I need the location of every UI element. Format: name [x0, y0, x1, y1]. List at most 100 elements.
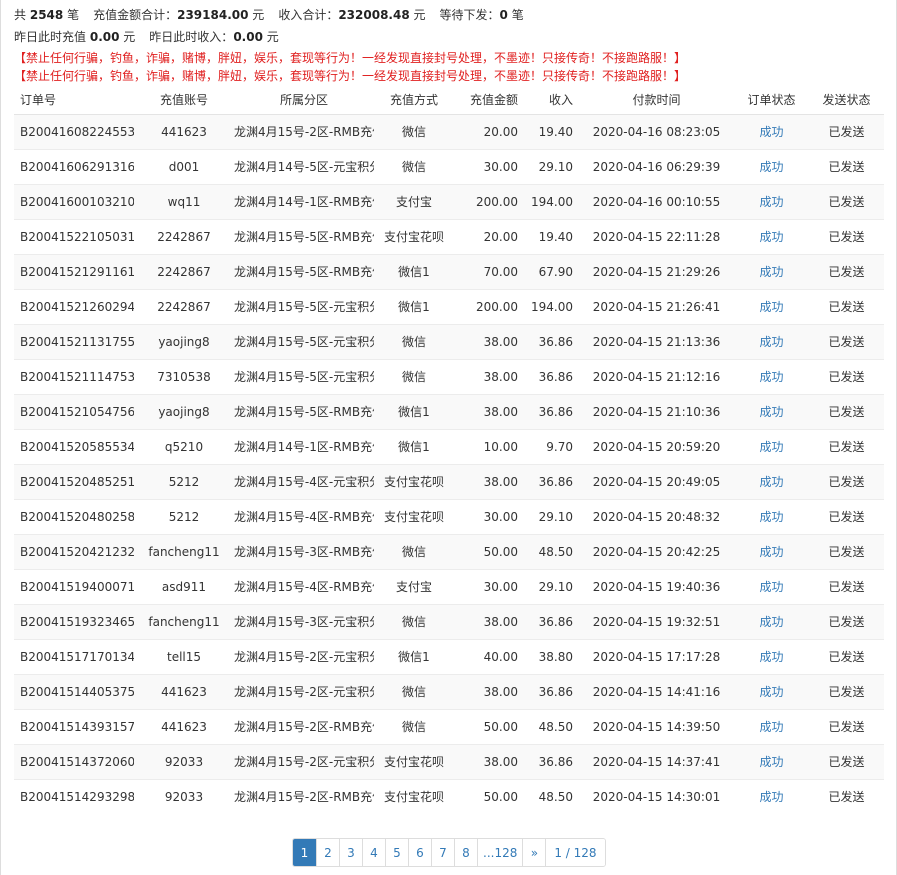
order-status-cell[interactable]: 成功	[734, 603, 809, 639]
page-4-button[interactable]: 4	[362, 839, 385, 866]
amount-cell: 200.00	[454, 288, 524, 324]
order-id-cell: B200415211147531	[14, 358, 134, 394]
method-cell: 微信1	[374, 393, 454, 429]
account-cell: 92033	[134, 743, 234, 779]
income-cell: 29.10	[524, 148, 579, 184]
amount-cell: 38.00	[454, 673, 524, 709]
send-status-cell: 已发送	[809, 708, 884, 744]
order-status-cell[interactable]: 成功	[734, 673, 809, 709]
header-method: 充值方式	[374, 86, 454, 115]
paid-time-cell: 2020-04-16 08:23:05	[579, 113, 734, 149]
account-cell: d001	[134, 148, 234, 184]
method-cell: 微信	[374, 533, 454, 569]
account-cell: 2242867	[134, 218, 234, 254]
order-id-cell: B200415212602941	[14, 288, 134, 324]
paid-time-cell: 2020-04-15 22:11:28	[579, 218, 734, 254]
zone-cell: 龙渊4月15号-5区-RMB充值	[234, 393, 374, 429]
amount-cell: 70.00	[454, 253, 524, 289]
zone-cell: 龙渊4月15号-4区-元宝积分	[234, 463, 374, 499]
paid-time-cell: 2020-04-15 21:12:16	[579, 358, 734, 394]
table-row: B200416082245534 441623 龙渊4月15号-2区-RMB充值 微信…	[14, 113, 884, 149]
order-status-cell[interactable]: 成功	[734, 183, 809, 219]
send-status-cell: 已发送	[809, 253, 884, 289]
zone-cell: 龙渊4月15号-2区-元宝积分	[234, 743, 374, 779]
order-status-cell[interactable]: 成功	[734, 638, 809, 674]
order-id-cell: B200416062913167	[14, 148, 134, 184]
order-id-cell: B200415212911611	[14, 253, 134, 289]
yday-income-unit: 元	[266, 30, 279, 44]
paid-time-cell: 2020-04-15 21:10:36	[579, 393, 734, 429]
table-row: B200415194000718 asd911 龙渊4月15号-4区-RMB充值 支付…	[14, 568, 884, 604]
income-cell: 48.50	[524, 533, 579, 569]
account-cell: yaojing8	[134, 323, 234, 359]
method-cell: 微信1	[374, 638, 454, 674]
amount-cell: 200.00	[454, 183, 524, 219]
income-cell: 36.86	[524, 743, 579, 779]
table-row: B200415221050314 2242867 龙渊4月15号-5区-RMB充值支…	[14, 218, 884, 254]
order-status-cell[interactable]: 成功	[734, 148, 809, 184]
order-status-cell[interactable]: 成功	[734, 113, 809, 149]
page-7-button[interactable]: 7	[431, 839, 454, 866]
amount-cell: 40.00	[454, 638, 524, 674]
income-cell: 36.86	[524, 393, 579, 429]
amount-cell: 30.00	[454, 498, 524, 534]
send-status-cell: 已发送	[809, 393, 884, 429]
income-cell: 38.80	[524, 638, 579, 674]
table-row: B200415144053750 441623 龙渊4月15号-2区-元宝积分 微信 3…	[14, 673, 884, 709]
order-status-cell[interactable]: 成功	[734, 533, 809, 569]
amount-cell: 10.00	[454, 428, 524, 464]
page-3-button[interactable]: 3	[339, 839, 362, 866]
yday-recharge-value: 0.00	[89, 30, 120, 44]
income-cell: 48.50	[524, 778, 579, 814]
order-status-cell[interactable]: 成功	[734, 778, 809, 814]
order-status-cell[interactable]: 成功	[734, 393, 809, 429]
method-cell: 支付宝	[374, 183, 454, 219]
page-8-button[interactable]: 8	[454, 839, 477, 866]
zone-cell: 龙渊4月15号-2区-元宝积分	[234, 673, 374, 709]
order-status-cell[interactable]: 成功	[734, 428, 809, 464]
income-cell: 194.00	[524, 183, 579, 219]
table-row: B200415204802583 5212 龙渊4月15号-4区-RMB充值 支付宝花…	[14, 498, 884, 534]
account-cell: 7310538	[134, 358, 234, 394]
next-page-button[interactable]: »	[522, 839, 546, 866]
order-status-cell[interactable]: 成功	[734, 218, 809, 254]
method-cell: 支付宝花呗	[374, 463, 454, 499]
income-cell: 19.40	[524, 218, 579, 254]
income-cell: 19.40	[524, 113, 579, 149]
order-id-cell: B200415143720609	[14, 743, 134, 779]
account-cell: yaojing8	[134, 393, 234, 429]
page-1-button[interactable]: 1	[293, 839, 316, 866]
table-row: B200415211147531 7310538 龙渊4月15号-5区-元宝积分 微信…	[14, 358, 884, 394]
recharge-unit: 元	[252, 8, 265, 22]
order-status-cell[interactable]: 成功	[734, 498, 809, 534]
amount-cell: 50.00	[454, 708, 524, 744]
page-2-button[interactable]: 2	[316, 839, 339, 866]
header-paid-time: 付款时间	[579, 86, 734, 115]
order-status-cell[interactable]: 成功	[734, 288, 809, 324]
page-last-button[interactable]: ...128	[477, 839, 523, 866]
method-cell: 微信1	[374, 428, 454, 464]
page-6-button[interactable]: 6	[408, 839, 431, 866]
order-status-cell[interactable]: 成功	[734, 463, 809, 499]
table-row: B200415212911611 2242867 龙渊4月15号-5区-RMB充值微…	[14, 253, 884, 289]
income-value: 232008.48	[338, 8, 410, 22]
order-id-cell: B200415205855343	[14, 428, 134, 464]
order-status-cell[interactable]: 成功	[734, 743, 809, 779]
order-id-cell: B200416001032109	[14, 183, 134, 219]
page-5-button[interactable]: 5	[385, 839, 408, 866]
order-status-cell[interactable]: 成功	[734, 568, 809, 604]
orders-table: 订单号 充值账号 所属分区 充值方式 充值金额 收入 付款时间 订单状态 发送状…	[14, 86, 884, 814]
order-status-cell[interactable]: 成功	[734, 253, 809, 289]
table-row: B200415212602941 2242867 龙渊4月15号-5区-元宝积分 微信…	[14, 288, 884, 324]
account-cell: 5212	[134, 463, 234, 499]
method-cell: 微信	[374, 148, 454, 184]
paid-time-cell: 2020-04-15 20:42:25	[579, 533, 734, 569]
order-status-cell[interactable]: 成功	[734, 323, 809, 359]
pending-label: 等待下发：	[439, 8, 500, 22]
account-cell: 2242867	[134, 253, 234, 289]
income-cell: 29.10	[524, 498, 579, 534]
order-status-cell[interactable]: 成功	[734, 708, 809, 744]
income-cell: 36.86	[524, 463, 579, 499]
order-status-cell[interactable]: 成功	[734, 358, 809, 394]
method-cell: 支付宝	[374, 568, 454, 604]
